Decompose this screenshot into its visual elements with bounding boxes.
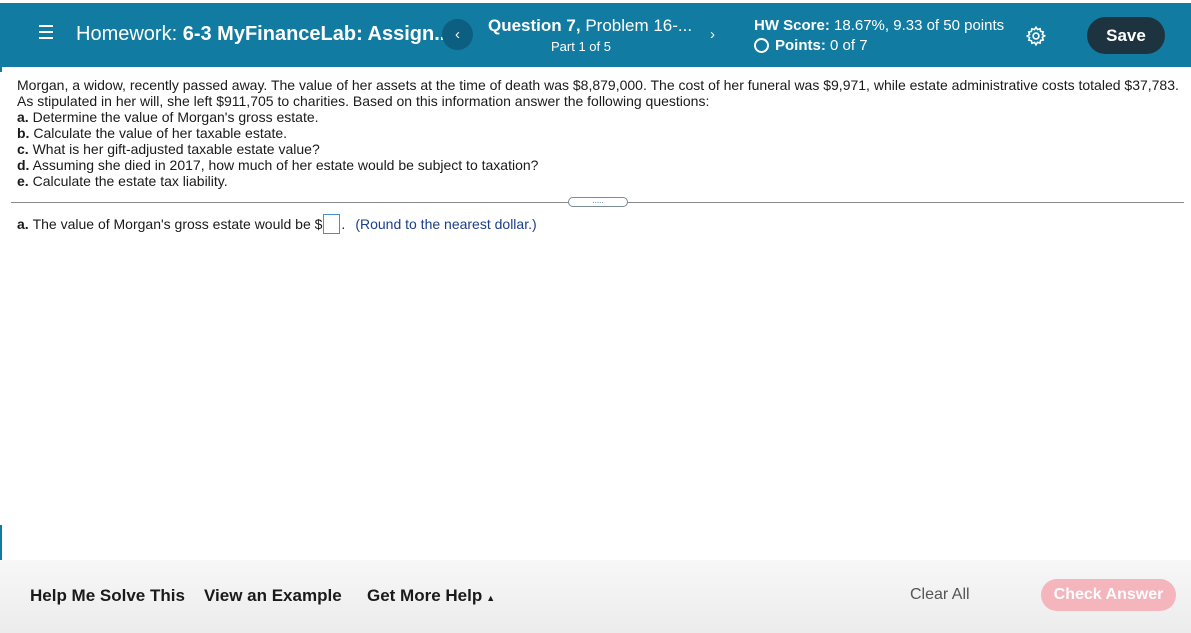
part-letter: b. — [17, 125, 30, 141]
save-button[interactable]: Save — [1087, 17, 1165, 54]
question-part-d: d. Assuming she died in 2017, how much o… — [17, 157, 1181, 173]
rounding-hint: (Round to the nearest dollar.) — [355, 216, 537, 232]
question-part-c: c. What is her gift-adjusted taxable est… — [17, 141, 1181, 157]
question-part-a: a. Determine the value of Morgan's gross… — [17, 109, 1181, 125]
points-value: 0 of 7 — [830, 37, 868, 54]
hw-score: HW Score: 18.67%, 9.33 of 50 points — [754, 17, 1004, 34]
gear-icon[interactable] — [1025, 25, 1047, 47]
part-letter: e. — [17, 173, 29, 189]
chevron-left-icon: ‹ — [455, 26, 460, 43]
answer-line: a. The value of Morgan's gross estate wo… — [17, 214, 537, 234]
left-edge-accent — [0, 525, 2, 563]
left-edge-accent — [0, 67, 2, 72]
points-label: Points: — [775, 37, 826, 54]
hamburger-menu-icon[interactable] — [38, 25, 56, 41]
chevron-right-icon: › — [710, 26, 715, 43]
homework-title: Homework: 6-3 MyFinanceLab: Assign... — [76, 23, 451, 46]
part-text: Determine the value of Morgan's gross es… — [32, 109, 319, 125]
next-question-button[interactable]: › — [697, 19, 728, 50]
answer-input[interactable] — [323, 214, 341, 234]
divider-drag-handle[interactable]: ..... — [568, 197, 628, 207]
part-text: Calculate the estate tax liability. — [32, 173, 228, 189]
part-letter: d. — [17, 157, 30, 173]
check-answer-button[interactable]: Check Answer — [1041, 579, 1176, 611]
clear-all-button[interactable]: Clear All — [910, 586, 970, 604]
question-intro: Morgan, a widow, recently passed away. T… — [17, 77, 1179, 109]
part-letter: c. — [17, 141, 29, 157]
problem-label: Problem 16-... — [585, 16, 693, 35]
caret-up-icon: ▲ — [486, 593, 496, 603]
part-text: What is her gift-adjusted taxable estate… — [32, 141, 320, 157]
homework-prefix: Homework: — [76, 23, 178, 45]
hw-score-value: 18.67%, 9.33 of 50 points — [834, 17, 1005, 34]
part-letter: a. — [17, 109, 29, 125]
get-more-help-label: Get More Help — [367, 586, 483, 605]
hw-score-label: HW Score: — [754, 17, 830, 34]
get-more-help-button[interactable]: Get More Help ▲ — [367, 586, 495, 606]
question-text: Morgan, a widow, recently passed away. T… — [17, 77, 1181, 189]
homework-name: 6-3 MyFinanceLab: Assign... — [182, 23, 451, 45]
question-part-e: e. Calculate the estate tax liability. — [17, 173, 1181, 189]
question-part-b: b. Calculate the value of her taxable es… — [17, 125, 1181, 141]
part-text: Assuming she died in 2017, how much of h… — [32, 157, 539, 173]
question-title: Question 7, Problem 16-... — [488, 16, 692, 36]
part-text: Calculate the value of her taxable estat… — [33, 125, 288, 141]
points: Points: 0 of 7 — [754, 37, 868, 54]
answer-letter: a. — [17, 216, 29, 232]
answer-prompt: The value of Morgan's gross estate would… — [32, 216, 323, 232]
top-bar: Homework: 6-3 MyFinanceLab: Assign... ‹ … — [0, 3, 1191, 67]
previous-question-button[interactable]: ‹ — [442, 19, 473, 50]
question-part: Part 1 of 5 — [551, 39, 611, 54]
answer-period: . — [341, 216, 346, 232]
help-me-solve-button[interactable]: Help Me Solve This — [30, 586, 185, 606]
circle-icon — [754, 38, 769, 53]
view-example-button[interactable]: View an Example — [204, 586, 342, 606]
question-label: Question 7, — [488, 16, 581, 35]
footer-bar: Help Me Solve This View an Example Get M… — [0, 560, 1191, 633]
